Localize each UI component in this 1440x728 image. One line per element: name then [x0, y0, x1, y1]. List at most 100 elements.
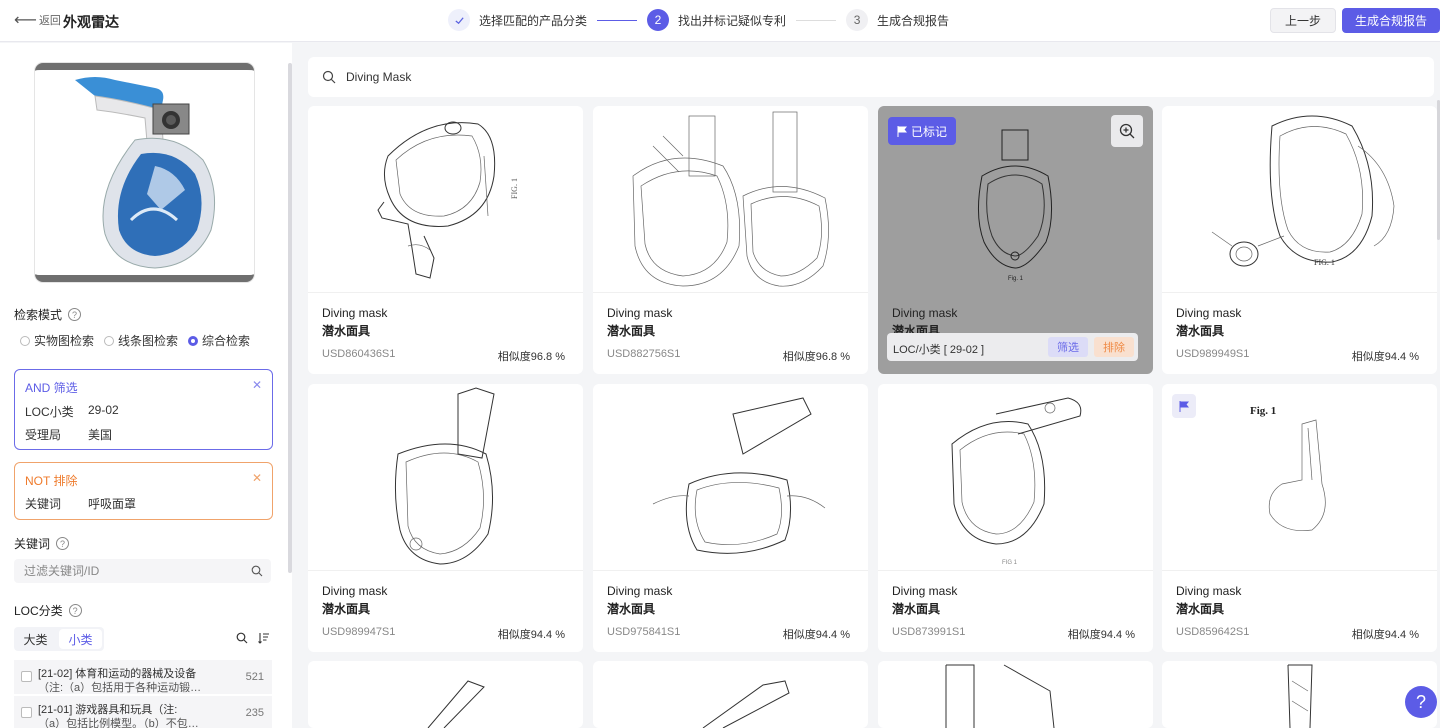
patent-drawing: [593, 106, 868, 293]
loc-label: LOC分类: [14, 604, 63, 618]
search-icon[interactable]: [251, 565, 263, 577]
radio-dot: [104, 335, 115, 346]
radio-combined-search[interactable]: 综合检索: [188, 332, 250, 349]
help-icon[interactable]: ?: [68, 308, 82, 321]
search-input[interactable]: [346, 67, 846, 87]
patent-card[interactable]: FIG 1 Diving mask 潜水面具 USD873991S1 相似度94…: [878, 384, 1153, 652]
filter-value: 美国: [88, 428, 113, 442]
patent-card[interactable]: [308, 661, 583, 728]
figure-label: FIG. 1: [1314, 258, 1335, 267]
loc-item-note: （a）包括比例模型。（b）不包…: [38, 718, 199, 728]
help-icon[interactable]: ?: [68, 604, 82, 617]
list-item[interactable]: [21-01] 游戏器具和玩具（注: （a）包括比例模型。（b）不包… 235: [14, 696, 272, 728]
patent-name-cn: 潜水面具: [322, 602, 371, 616]
radio-label: 综合检索: [202, 334, 251, 348]
step-3-number: 3: [846, 9, 869, 31]
patent-card[interactable]: [593, 661, 868, 728]
step-1-check-icon: [448, 9, 470, 31]
main-search-bar: [308, 57, 1434, 97]
radio-dot: [20, 335, 30, 346]
help-button[interactable]: ?: [1405, 686, 1437, 718]
figure-label: FIG. 1: [509, 178, 519, 199]
patent-card[interactable]: [1162, 661, 1437, 728]
patent-name-en: Diving mask: [607, 306, 673, 320]
close-icon[interactable]: ✕: [252, 471, 262, 485]
patent-number: USD859642S1: [1176, 626, 1250, 638]
patent-number: USD975841S1: [607, 626, 681, 638]
radio-label: 实物图检索: [34, 334, 95, 348]
radio-photo-search[interactable]: 实物图检索: [20, 332, 94, 349]
checkbox[interactable]: [21, 707, 32, 718]
loc-tabs: 大类 小类: [14, 627, 104, 651]
filter-row: LOC小类 29-02: [25, 403, 119, 420]
patent-card[interactable]: Fig. 1 Diving mask 潜水面具 USD859642S1 相似度9…: [1162, 384, 1437, 652]
tab-sub-class[interactable]: 小类: [59, 629, 102, 649]
patent-card[interactable]: Diving mask 潜水面具 USD882756S1 相似度96.8 %: [593, 106, 868, 374]
loc-action-bar: LOC/小类 [ 29-02 ] 筛选 排除: [887, 333, 1138, 361]
back-button[interactable]: ⟵ 返回: [14, 12, 61, 29]
patent-name-en: Diving mask: [607, 584, 673, 598]
similarity-score: 相似度96.8 %: [782, 351, 850, 363]
patent-card[interactable]: FIG. 1 Diving mask 潜水面具 USD860436S1 相似度9…: [308, 106, 583, 374]
patent-name-cn: 潜水面具: [892, 602, 941, 616]
zoom-in-icon: [1119, 123, 1135, 139]
loc-list: [21-02] 体育和运动的器械及设备 （注:（a）包括用于各种运动锻… 521…: [14, 660, 272, 728]
figure-label: FIG 1: [1002, 560, 1018, 566]
patent-name-cn: 潜水面具: [1176, 324, 1225, 338]
step-connector: [796, 19, 837, 21]
patent-card-marked[interactable]: Fig. 1 已标记 Diving mask 潜水面具 LOC/小类 [ 29-…: [878, 106, 1153, 374]
patent-card[interactable]: [878, 661, 1153, 728]
mark-button[interactable]: [1172, 394, 1196, 418]
patent-card[interactable]: Diving mask 潜水面具 USD975841S1 相似度94.4 %: [593, 384, 868, 652]
tab-major-class[interactable]: 大类: [14, 627, 57, 651]
radio-line-search[interactable]: 线条图检索: [104, 332, 178, 349]
close-icon[interactable]: ✕: [252, 378, 262, 392]
similarity-score: 相似度94.4 %: [1351, 351, 1419, 363]
similarity-score: 相似度94.4 %: [782, 629, 850, 641]
filter-value: 呼吸面罩: [88, 497, 137, 511]
zoom-in-button[interactable]: [1111, 115, 1143, 147]
exclude-button[interactable]: 排除: [1094, 337, 1134, 357]
query-product-image: [35, 63, 254, 282]
figure-label: Fig. 1: [1008, 276, 1024, 282]
top-header: ⟵ 返回 外观雷达 选择匹配的产品分类 2 找出并标记疑似专利 3 生成合规报告…: [0, 0, 1440, 42]
similarity-score: 相似度94.4 %: [1351, 629, 1419, 641]
sidebar-scrollbar[interactable]: [288, 63, 292, 573]
filter-button[interactable]: 筛选: [1048, 337, 1088, 357]
radio-label: 线条图检索: [118, 334, 179, 348]
patent-name-en: Diving mask: [892, 584, 958, 598]
generate-report-button[interactable]: 生成合规报告: [1342, 8, 1440, 33]
marked-badge[interactable]: 已标记: [888, 117, 957, 145]
help-icon[interactable]: ?: [56, 537, 70, 550]
step-2-number: 2: [647, 9, 670, 31]
keyword-label: 关键词: [14, 537, 51, 551]
patent-drawing: [702, 680, 790, 728]
arrow-left-icon: ⟵: [14, 12, 37, 29]
flag-icon: [1179, 400, 1189, 412]
filter-sidebar: 检索模式 ? 实物图检索 线条图检索 综合检索 AND 筛选 ✕ LOC小类 2…: [0, 43, 292, 728]
loc-item-note: （注:（a）包括用于各种运动锻…: [38, 682, 202, 694]
similarity-score: 相似度94.4 %: [1067, 629, 1135, 641]
patent-drawing: Fig. 1: [1162, 384, 1437, 571]
and-filter-title: AND 筛选: [25, 381, 78, 395]
flag-icon: [897, 125, 907, 137]
sort-icon[interactable]: [258, 632, 270, 644]
keyword-filter-input[interactable]: [14, 559, 271, 583]
patent-name-cn: 潜水面具: [322, 324, 371, 338]
patent-card[interactable]: Diving mask 潜水面具 USD989947S1 相似度94.4 %: [308, 384, 583, 652]
list-item[interactable]: [21-02] 体育和运动的器械及设备 （注:（a）包括用于各种运动锻… 521: [14, 660, 272, 694]
app-title: 外观雷达: [63, 14, 119, 30]
not-filter-title: NOT 排除: [25, 474, 78, 488]
filter-key: 关键词: [25, 497, 62, 511]
filter-key: LOC小类: [25, 405, 74, 419]
keyword-title: 关键词 ?: [14, 535, 70, 552]
patent-name-en: Diving mask: [892, 306, 958, 320]
patent-number: USD873991S1: [892, 626, 966, 638]
search-icon[interactable]: [236, 632, 248, 644]
filter-row: 关键词 呼吸面罩: [25, 495, 136, 512]
patent-name-en: Diving mask: [322, 306, 388, 320]
loc-title: LOC分类 ?: [14, 602, 82, 619]
previous-step-button[interactable]: 上一步: [1270, 8, 1336, 33]
checkbox[interactable]: [21, 671, 32, 682]
patent-card[interactable]: FIG. 1 Diving mask 潜水面具 USD989949S1 相似度9…: [1162, 106, 1437, 374]
